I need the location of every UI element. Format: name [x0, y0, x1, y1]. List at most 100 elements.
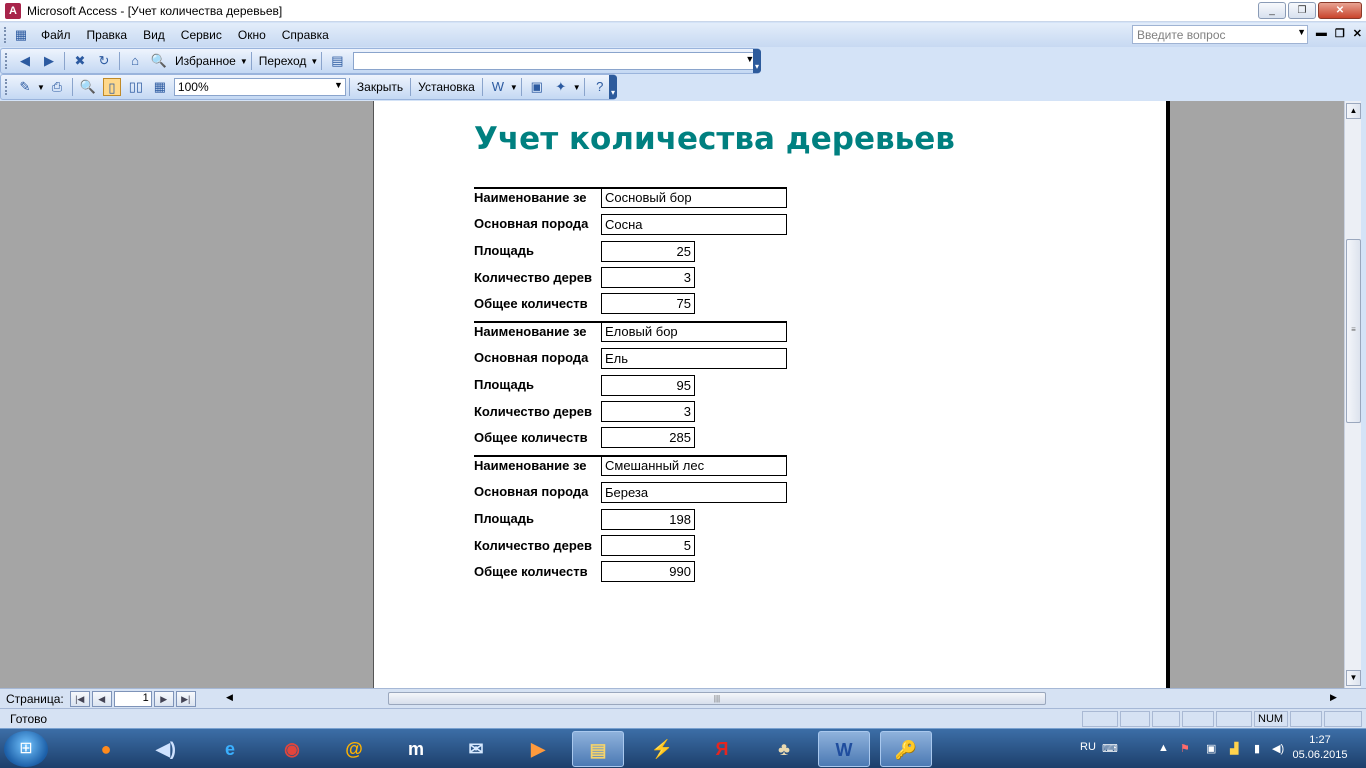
design-view-icon[interactable]: ✎: [16, 78, 34, 96]
vertical-scrollbar[interactable]: ▲ ≡ ▼: [1344, 101, 1361, 688]
view-arrow-icon[interactable]: ▼: [37, 83, 45, 92]
toolbar-grip[interactable]: [5, 53, 9, 69]
mahjong-icon[interactable]: ♣: [758, 731, 810, 767]
separator: [250, 52, 252, 70]
go-arrow-icon[interactable]: ▼: [310, 57, 318, 66]
first-page-icon[interactable]: |◀: [69, 690, 90, 707]
stop-icon[interactable]: ✖: [71, 52, 89, 70]
field-trees: 5: [601, 535, 695, 556]
doc-restore-icon[interactable]: ❐: [1335, 27, 1345, 40]
maximize-button[interactable]: ❐: [1288, 2, 1316, 19]
address-field[interactable]: ▼: [353, 52, 758, 70]
maxthon-icon[interactable]: m: [390, 731, 442, 767]
doc-minimize-icon[interactable]: ▬: [1316, 27, 1327, 40]
next-page-icon[interactable]: ▶: [153, 690, 174, 707]
menu-file[interactable]: Файл: [33, 28, 79, 42]
signal-icon[interactable]: ▟: [1230, 742, 1238, 755]
volume-icon[interactable]: ◀): [140, 731, 192, 767]
zoom-icon[interactable]: 🔍: [79, 78, 97, 96]
yandex-icon[interactable]: Я: [696, 731, 748, 767]
network-tray-icon[interactable]: ▣: [1206, 742, 1216, 755]
word-icon[interactable]: W: [818, 731, 870, 767]
refresh-icon[interactable]: ↻: [95, 52, 113, 70]
doc-close-icon[interactable]: ✕: [1353, 27, 1362, 40]
home-icon[interactable]: ⌂: [126, 52, 144, 70]
last-page-icon[interactable]: ▶|: [175, 690, 196, 707]
favorites-arrow-icon[interactable]: ▼: [240, 57, 248, 66]
go-menu[interactable]: Переход: [255, 54, 311, 68]
clock[interactable]: 1:27 05.06.2015: [1290, 733, 1350, 763]
one-page-icon[interactable]: ▯: [102, 78, 121, 96]
close-button[interactable]: ✕: [1318, 2, 1362, 19]
menu-view[interactable]: Вид: [135, 28, 173, 42]
internet-explorer-icon[interactable]: e: [204, 731, 256, 767]
print-icon[interactable]: ⎙: [48, 78, 66, 96]
field-total: 285: [601, 427, 695, 448]
winamp-icon[interactable]: ⚡: [636, 731, 688, 767]
scroll-up-icon[interactable]: ▲: [1346, 103, 1361, 119]
label-area: Площадь: [474, 377, 534, 392]
scroll-left-icon[interactable]: ◀: [226, 692, 233, 703]
menu-help[interactable]: Справка: [274, 28, 337, 42]
status-panel: [1082, 711, 1118, 727]
media-player-icon[interactable]: ▶: [512, 731, 564, 767]
menu-tools[interactable]: Сервис: [173, 28, 230, 42]
separator: [119, 52, 120, 70]
office-links-icon[interactable]: W: [489, 78, 507, 96]
forward-icon[interactable]: ▶: [40, 52, 58, 70]
language-indicator[interactable]: RU: [1080, 741, 1096, 753]
page-navigation-bar: Страница: |◀ ◀ 1 ▶ ▶| ◀ ||| ▶: [0, 688, 1366, 708]
form-icon[interactable]: ▦: [12, 26, 30, 44]
firefox-icon[interactable]: ●: [80, 731, 132, 767]
close-preview-button[interactable]: Закрыть: [353, 80, 407, 94]
chrome-icon[interactable]: ◉: [266, 731, 318, 767]
back-icon[interactable]: ◀: [16, 52, 34, 70]
prev-page-icon[interactable]: ◀: [91, 690, 112, 707]
multiple-pages-icon[interactable]: ▦: [151, 78, 169, 96]
scroll-right-icon[interactable]: ▶: [1330, 692, 1337, 703]
action-center-icon[interactable]: ⚑: [1180, 742, 1190, 755]
new-object-arrow-icon[interactable]: ▼: [573, 83, 581, 92]
minimize-button[interactable]: _: [1258, 2, 1286, 19]
menu-grip[interactable]: [4, 27, 8, 43]
new-object-icon[interactable]: ✦: [552, 78, 570, 96]
help-dropdown-arrow-icon[interactable]: ▼: [1297, 27, 1306, 37]
access-taskbar-icon[interactable]: 🔑: [880, 731, 932, 767]
toolbar-grip[interactable]: [5, 79, 9, 95]
print-preview-toolbar: ✎ ▼ ⎙ 🔍 ▯ ▯▯ ▦ 100% ▼ Закрыть Установка …: [0, 74, 617, 100]
keyboard-icon[interactable]: ⌨: [1102, 742, 1118, 755]
speaker-icon[interactable]: ◀): [1272, 742, 1284, 755]
field-name: Еловый бор: [601, 321, 787, 342]
page-setup-button[interactable]: Установка: [414, 80, 479, 94]
horizontal-scroll-thumb[interactable]: |||: [388, 692, 1046, 705]
scroll-down-icon[interactable]: ▼: [1346, 670, 1361, 686]
help-icon[interactable]: ?: [591, 78, 609, 96]
help-search-input[interactable]: Введите вопрос: [1132, 25, 1308, 44]
favorites-menu[interactable]: Избранное: [171, 54, 240, 68]
mail-ru-agent-icon[interactable]: @: [328, 731, 380, 767]
page-label: Страница:: [6, 691, 64, 706]
search-web-icon[interactable]: 🔍: [150, 52, 168, 70]
zoom-combo[interactable]: 100% ▼: [173, 78, 346, 96]
label-species: Основная порода: [474, 216, 589, 231]
toolbar-options-icon[interactable]: ▾: [609, 75, 617, 99]
zoom-dropdown-icon[interactable]: ▼: [334, 80, 343, 90]
menu-edit[interactable]: Правка: [79, 28, 136, 42]
toolbar-options-icon[interactable]: ▾: [753, 49, 761, 73]
two-pages-icon[interactable]: ▯▯: [127, 78, 145, 96]
page-number-input[interactable]: 1: [113, 690, 152, 707]
mail-icon[interactable]: ✉: [450, 731, 502, 767]
separator: [71, 78, 73, 96]
database-window-icon[interactable]: ▣: [528, 78, 546, 96]
menu-window[interactable]: Окно: [230, 28, 274, 42]
clock-date: 05.06.2015: [1292, 749, 1348, 761]
windows-taskbar: ⊞ ● ◀) e ◉ @ m ✉ ▶ ▤ ⚡ Я ♣ W 🔑 RU ⌨ ▲ ⚑ …: [0, 728, 1366, 768]
start-button-icon[interactable]: ⊞: [4, 731, 48, 767]
show-hidden-icons-icon[interactable]: ▲: [1158, 742, 1169, 754]
explorer-icon[interactable]: ▤: [572, 731, 624, 767]
vertical-scroll-thumb[interactable]: ≡: [1346, 239, 1361, 423]
power-icon[interactable]: ▮: [1254, 742, 1260, 755]
office-links-arrow-icon[interactable]: ▼: [510, 83, 518, 92]
show-only-web-toolbar-icon[interactable]: ▤: [328, 52, 346, 70]
label-area: Площадь: [474, 511, 534, 526]
